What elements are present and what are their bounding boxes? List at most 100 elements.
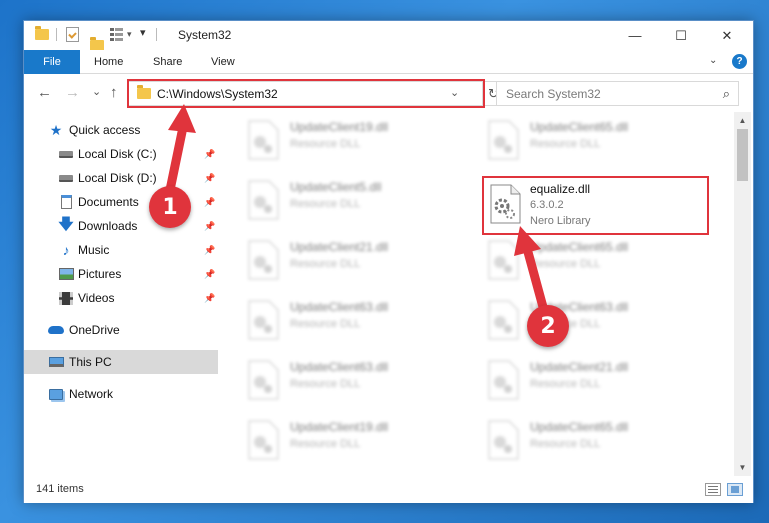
file-type: Resource DLL bbox=[530, 258, 601, 270]
file-item[interactable]: UpdateClient63.dll Resource DLL bbox=[242, 356, 472, 406]
up-button[interactable]: ↑ bbox=[110, 84, 118, 101]
dll-file-icon bbox=[248, 240, 279, 280]
dll-file-icon bbox=[248, 420, 279, 460]
file-version: 6.3.0.2 bbox=[530, 199, 564, 211]
file-name: UpdateClient63.dll bbox=[290, 360, 389, 374]
dll-file-icon bbox=[490, 184, 521, 224]
cloud-icon bbox=[48, 322, 64, 338]
title-bar: ▾ ▾ System32 — ☐ ✕ bbox=[24, 21, 753, 51]
sidebar-item-onedrive[interactable]: OneDrive bbox=[24, 318, 218, 342]
item-count: 141 items bbox=[36, 483, 84, 495]
sidebar-item-music[interactable]: ♪ Music 📌 bbox=[24, 238, 218, 262]
pin-icon: 📌 bbox=[204, 172, 216, 183]
scroll-down-icon[interactable]: ▼ bbox=[734, 459, 751, 476]
pin-icon: 📌 bbox=[204, 196, 216, 207]
file-name: UpdateClient19.dll bbox=[290, 420, 389, 434]
sidebar-item-label: Downloads bbox=[78, 219, 138, 233]
dll-file-icon bbox=[488, 420, 519, 460]
sidebar-item-quick-access[interactable]: ★ Quick access bbox=[24, 118, 218, 142]
sidebar-item-local-disk-c[interactable]: Local Disk (C:) 📌 bbox=[24, 142, 218, 166]
star-icon: ★ bbox=[49, 121, 63, 138]
large-icons-view-icon[interactable] bbox=[727, 483, 743, 496]
file-item[interactable]: UpdateClient63.dll Resource DLL bbox=[482, 296, 712, 346]
quick-access-menu-icon[interactable]: ▾ bbox=[140, 26, 146, 42]
scrollbar-thumb[interactable] bbox=[737, 129, 748, 181]
file-type: Resource DLL bbox=[290, 198, 361, 210]
file-type: Resource DLL bbox=[290, 138, 361, 150]
sidebar-item-network[interactable]: Network bbox=[24, 382, 218, 406]
sidebar-item-this-pc[interactable]: This PC bbox=[24, 350, 218, 374]
sidebar-item-pictures[interactable]: Pictures 📌 bbox=[24, 262, 218, 286]
status-bar: 141 items bbox=[24, 476, 753, 503]
close-button[interactable]: ✕ bbox=[704, 21, 750, 50]
sidebar-item-label: Videos bbox=[78, 291, 115, 305]
scroll-up-icon[interactable]: ▲ bbox=[734, 112, 751, 129]
sidebar-item-label: Music bbox=[78, 243, 110, 257]
file-item[interactable]: UpdateClient63.dll Resource DLL bbox=[242, 296, 472, 346]
file-type: Resource DLL bbox=[530, 438, 601, 450]
forward-button[interactable]: → bbox=[65, 84, 80, 101]
tab-file[interactable]: File bbox=[24, 50, 80, 74]
file-item[interactable]: UpdateClient65.dll Resource DLL bbox=[482, 116, 712, 166]
sidebar-item-label: OneDrive bbox=[69, 323, 120, 337]
tab-home[interactable]: Home bbox=[94, 50, 123, 74]
documents-icon bbox=[58, 194, 74, 210]
tab-view[interactable]: View bbox=[211, 50, 235, 74]
tab-share[interactable]: Share bbox=[153, 50, 182, 74]
window-title: System32 bbox=[178, 28, 232, 42]
file-item-equalize-dll[interactable]: equalize.dll 6.3.0.2 Nero Library bbox=[482, 176, 709, 235]
file-name: UpdateClient65.dll bbox=[530, 420, 629, 434]
expand-ribbon-icon[interactable]: ⌄ bbox=[709, 55, 717, 66]
file-item[interactable]: UpdateClient65.dll Resource DLL bbox=[482, 416, 712, 466]
customize-view-icon[interactable] bbox=[110, 27, 124, 41]
ribbon: File Home Share View ⌄ ? bbox=[24, 50, 753, 74]
network-icon bbox=[48, 386, 64, 402]
navigation-pane: ★ Quick access Local Disk (C:) 📌 Local D… bbox=[24, 112, 218, 476]
sidebar-item-downloads[interactable]: 🡇 Downloads 📌 bbox=[24, 214, 218, 238]
maximize-button[interactable]: ☐ bbox=[658, 21, 704, 50]
navigation-bar: ← → ⌄ ↑ C:\Windows\System32 ⌄ ↻ Search S… bbox=[24, 74, 753, 112]
dll-file-icon bbox=[248, 360, 279, 400]
drive-icon bbox=[58, 170, 74, 186]
recent-locations-button[interactable]: ⌄ bbox=[92, 85, 101, 98]
search-icon[interactable]: ⌕ bbox=[723, 86, 730, 102]
file-item[interactable]: UpdateClient21.dll Resource DLL bbox=[482, 356, 712, 406]
computer-icon bbox=[48, 354, 64, 370]
quick-access-dropdown-icon[interactable]: ▾ bbox=[127, 29, 132, 45]
file-item[interactable]: UpdateClient65.dll Resource DLL bbox=[482, 236, 712, 286]
dll-file-icon bbox=[248, 300, 279, 340]
file-item[interactable]: UpdateClient19.dll Resource DLL bbox=[242, 116, 472, 166]
file-list: UpdateClient19.dll Resource DLL UpdateCl… bbox=[220, 112, 734, 476]
search-input[interactable]: Search System32 bbox=[506, 87, 601, 101]
pictures-icon bbox=[58, 266, 74, 282]
dll-file-icon bbox=[488, 120, 519, 160]
download-icon: 🡇 bbox=[58, 215, 74, 233]
file-item[interactable]: UpdateClient5.dll Resource DLL bbox=[242, 176, 472, 226]
folder-icon bbox=[35, 26, 49, 40]
minimize-button[interactable]: — bbox=[612, 21, 658, 50]
sidebar-item-videos[interactable]: Videos 📌 bbox=[24, 286, 218, 310]
divider bbox=[156, 28, 157, 41]
sidebar-item-label: Local Disk (C:) bbox=[78, 147, 157, 161]
pin-icon: 📌 bbox=[204, 220, 216, 231]
file-item[interactable]: UpdateClient19.dll Resource DLL bbox=[242, 416, 472, 466]
file-type: Resource DLL bbox=[530, 138, 601, 150]
dll-file-icon bbox=[488, 240, 519, 280]
back-button[interactable]: ← bbox=[37, 84, 52, 101]
file-type: Resource DLL bbox=[290, 378, 361, 390]
search-box[interactable]: Search System32 ⌕ bbox=[496, 81, 739, 106]
divider bbox=[56, 28, 57, 41]
sidebar-item-label: Pictures bbox=[78, 267, 122, 281]
help-icon[interactable]: ? bbox=[732, 54, 747, 69]
properties-icon[interactable] bbox=[66, 27, 79, 42]
vertical-scrollbar[interactable]: ▲ ▼ bbox=[734, 112, 751, 476]
file-type: Resource DLL bbox=[290, 438, 361, 450]
dll-file-icon bbox=[248, 120, 279, 160]
details-view-icon[interactable] bbox=[705, 483, 721, 496]
sidebar-item-local-disk-d[interactable]: Local Disk (D:) 📌 bbox=[24, 166, 218, 190]
pin-icon: 📌 bbox=[204, 148, 216, 159]
file-item[interactable]: UpdateClient21.dll Resource DLL bbox=[242, 236, 472, 286]
file-name: UpdateClient65.dll bbox=[530, 240, 629, 254]
file-type: Resource DLL bbox=[290, 258, 361, 270]
file-type: Resource DLL bbox=[290, 318, 361, 330]
